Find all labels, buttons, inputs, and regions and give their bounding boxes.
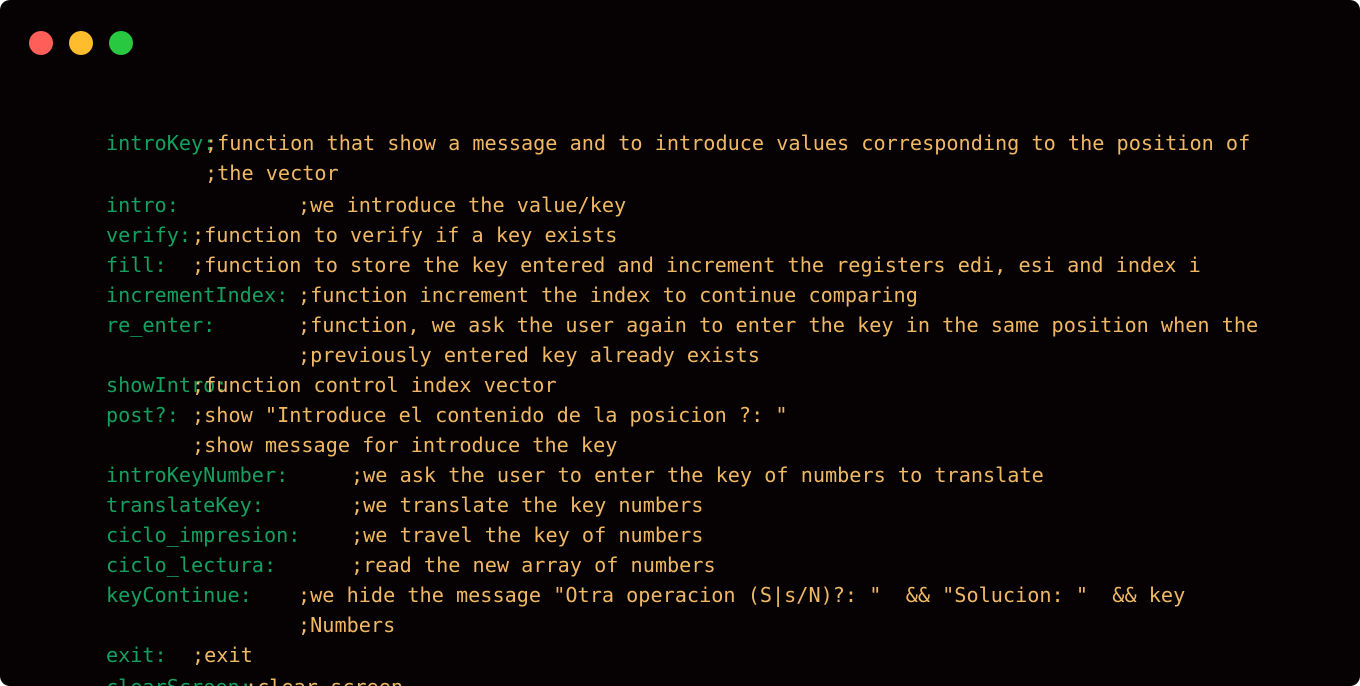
code-line: incrementIndex: ;function increment the i… <box>33 256 918 307</box>
code-line: introKey: ;function that show a message a… <box>33 104 1250 155</box>
code-block: introKey: ;function that show a message a… <box>33 0 1353 686</box>
code-comment: ;function to verify if a key exists <box>192 223 618 247</box>
code-line: ;the vector <box>33 134 339 185</box>
code-comment: ;function, we ask the user again to ente… <box>298 313 1259 337</box>
code-line: ;show message for introduce the key <box>33 406 617 457</box>
code-comment: ;we introduce the value/key <box>298 193 627 217</box>
code-label: keyContinue: <box>105 583 252 607</box>
code-line: keyContinue: ;we hide the message "Otra o… <box>33 556 1185 607</box>
code-label: re_enter: <box>105 313 216 337</box>
code-line: intro: ;we introduce the value/key <box>33 166 626 217</box>
code-comment: ;we translate the key numbers <box>351 493 704 517</box>
code-comment: ;clear screen <box>245 674 403 686</box>
terminal-window: introKey: ;function that show a message a… <box>0 0 1360 686</box>
code-comment: ;function that show a message and to int… <box>205 131 1251 155</box>
code-line: translateKey: ;we translate the key numbe… <box>33 466 704 517</box>
code-comment: ;function to store the key entered and i… <box>192 253 1201 277</box>
code-line: clearScreen:;clear screen <box>33 648 403 686</box>
code-comment: ;we travel the key of numbers <box>351 523 704 547</box>
code-comment: ;Numbers <box>298 613 396 637</box>
code-line: exit: ;exit <box>33 616 253 667</box>
code-comment: ;we ask the user to enter the key of num… <box>351 463 1044 487</box>
code-line: ciclo_impresion: ;we travel the key of nu… <box>33 496 704 547</box>
code-label: introKey: <box>105 131 216 155</box>
code-comment: ;previously entered key already exists <box>298 343 760 367</box>
code-line: ciclo_lectura: ;read the new array of num… <box>33 526 716 577</box>
code-label: post?: <box>105 403 179 427</box>
code-line: showIntro: ;function control index vector <box>33 346 557 397</box>
code-line: post?: ;show "Introduce el contenido de l… <box>33 376 788 427</box>
code-line: verify: ;function to verify if a key exis… <box>33 196 617 247</box>
code-comment: ;read the new array of numbers <box>351 553 716 577</box>
code-comment: ;the vector <box>205 161 339 185</box>
code-line: ;Numbers <box>33 586 395 637</box>
code-line: ;previously entered key already exists <box>33 316 760 367</box>
code-line: introKeyNumber: ;we ask the user to enter… <box>33 436 1044 487</box>
code-comment: ;we hide the message "Otra operacion (S|… <box>298 583 1186 607</box>
code-comment: ;function control index vector <box>192 373 557 397</box>
code-comment: ;function increment the index to continu… <box>298 283 918 307</box>
code-line: re_enter: ;function, we ask the user agai… <box>33 286 1258 337</box>
code-comment: ;show "Introduce el contenido de la posi… <box>192 403 788 427</box>
code-label: clearScreen: <box>106 675 252 686</box>
code-line: fill: ;function to store the key entered … <box>33 226 1201 277</box>
